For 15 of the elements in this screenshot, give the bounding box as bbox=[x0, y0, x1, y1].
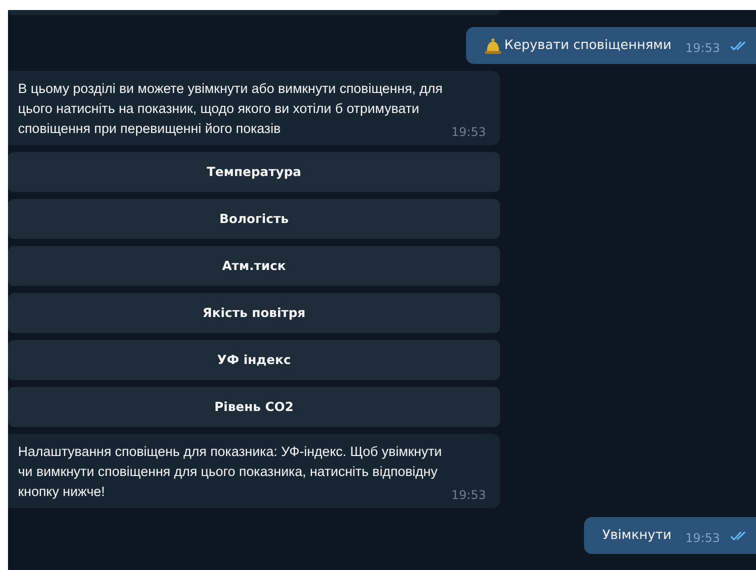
message-text: Керувати сповіщеннями bbox=[504, 36, 672, 55]
keyboard-button[interactable]: УФ індекс bbox=[8, 340, 500, 380]
keyboard-button[interactable]: Температура bbox=[8, 152, 500, 192]
keyboard-button[interactable]: Якість повітря bbox=[8, 293, 500, 333]
message-text: Налаштування сповіщень для показника: УФ-індекс. Щоб увімкнути чи вимкнути сповіщення для цього показника, натисніть відповідну кнопку нижче! bbox=[18, 443, 443, 501]
keyboard-button[interactable]: Рівень CO2 bbox=[8, 387, 500, 427]
message-time: 19:53 bbox=[451, 124, 486, 141]
message-text: Увімкнути bbox=[602, 526, 672, 545]
message-text: В цьому розділі ви можете увімкнути або вимкнути сповіщення, для цього натисніть на показник, щодо якого ви хотіли б отримувати сповіщення при перевищенні його показів bbox=[18, 80, 444, 138]
keyboard-button[interactable]: Атм.тиск bbox=[8, 246, 500, 286]
keyboard-button[interactable]: Вологість bbox=[8, 199, 500, 239]
message-time: 19:53 bbox=[685, 40, 720, 56]
message-time: 19:53 bbox=[685, 530, 720, 546]
bell-icon bbox=[484, 36, 502, 54]
message-time: 19:53 bbox=[451, 487, 486, 504]
